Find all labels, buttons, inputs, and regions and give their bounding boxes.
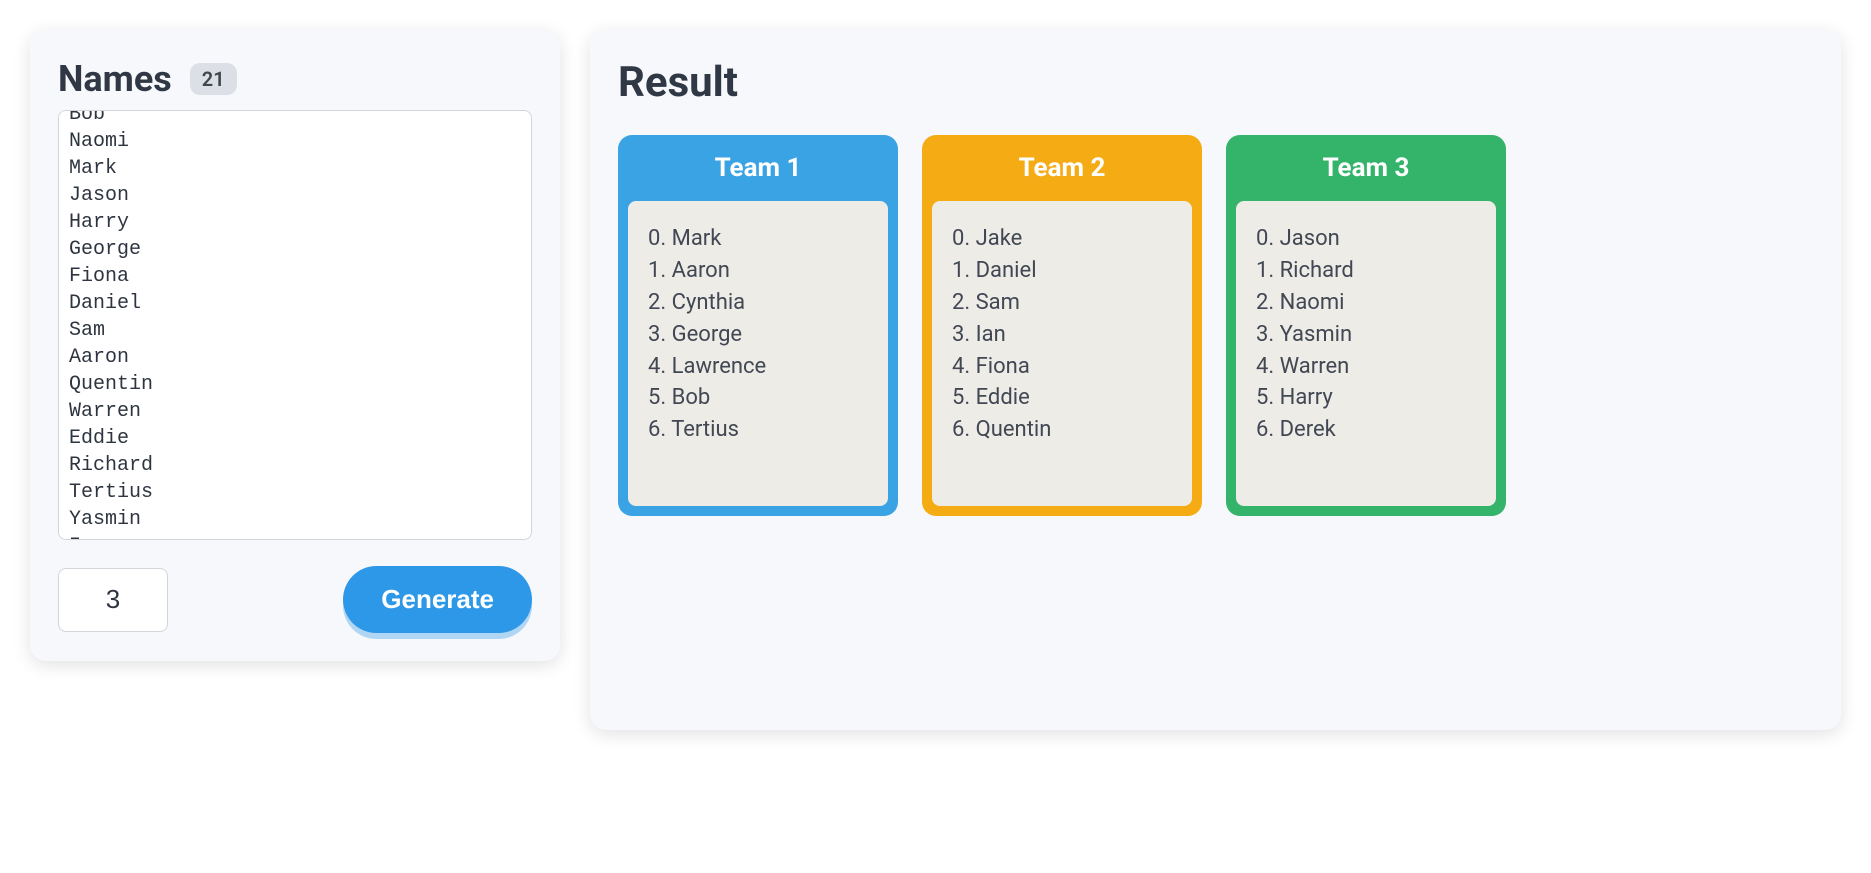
team-member: 2. Sam: [952, 287, 1172, 319]
team-member: 2. Cynthia: [648, 287, 868, 319]
generate-button[interactable]: Generate: [343, 566, 532, 633]
team-card: Team 30. Jason1. Richard2. Naomi3. Yasmi…: [1226, 135, 1506, 516]
team-card: Team 10. Mark1. Aaron2. Cynthia3. George…: [618, 135, 898, 516]
names-panel: Names 21 Generate: [30, 30, 560, 661]
team-member: 4. Warren: [1256, 351, 1476, 383]
team-member: 4. Lawrence: [648, 351, 868, 383]
result-title: Result: [618, 58, 1813, 107]
team-body: 0. Jake1. Daniel2. Sam3. Ian4. Fiona5. E…: [932, 201, 1192, 506]
team-member: 3. Ian: [952, 319, 1172, 351]
team-body: 0. Jason1. Richard2. Naomi3. Yasmin4. Wa…: [1236, 201, 1496, 506]
team-member: 1. Aaron: [648, 255, 868, 287]
names-title: Names: [58, 58, 172, 100]
team-member: 6. Tertius: [648, 414, 868, 446]
teams-container: Team 10. Mark1. Aaron2. Cynthia3. George…: [618, 135, 1813, 516]
team-header: Team 2: [922, 135, 1202, 201]
team-member: 5. Bob: [648, 382, 868, 414]
team-member: 0. Jake: [952, 223, 1172, 255]
team-member: 1. Richard: [1256, 255, 1476, 287]
result-panel: Result Team 10. Mark1. Aaron2. Cynthia3.…: [590, 30, 1841, 730]
team-header: Team 1: [618, 135, 898, 201]
team-member: 0. Jason: [1256, 223, 1476, 255]
controls-row: Generate: [58, 566, 532, 633]
team-member: 3. George: [648, 319, 868, 351]
team-member: 1. Daniel: [952, 255, 1172, 287]
team-member: 6. Derek: [1256, 414, 1476, 446]
team-member: 5. Eddie: [952, 382, 1172, 414]
team-body: 0. Mark1. Aaron2. Cynthia3. George4. Law…: [628, 201, 888, 506]
team-member: 4. Fiona: [952, 351, 1172, 383]
team-card: Team 20. Jake1. Daniel2. Sam3. Ian4. Fio…: [922, 135, 1202, 516]
team-member: 0. Mark: [648, 223, 868, 255]
team-count-input[interactable]: [58, 568, 168, 632]
team-member: 6. Quentin: [952, 414, 1172, 446]
names-input[interactable]: [58, 110, 532, 540]
names-count-badge: 21: [190, 63, 237, 95]
names-header: Names 21: [58, 58, 532, 100]
team-member: 5. Harry: [1256, 382, 1476, 414]
team-header: Team 3: [1226, 135, 1506, 201]
team-member: 3. Yasmin: [1256, 319, 1476, 351]
team-member: 2. Naomi: [1256, 287, 1476, 319]
